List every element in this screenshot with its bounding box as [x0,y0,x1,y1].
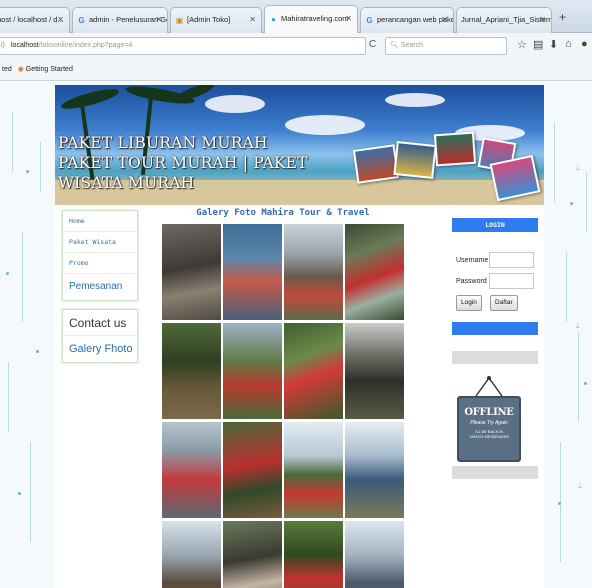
gallery-photo[interactable] [345,422,404,518]
offline-board: OFFLINE Please Try Again I'LL BE BACK IN… [457,396,521,462]
gallery-photo[interactable] [223,521,282,588]
offline-title: OFFLINE [464,407,514,418]
gallery-photo[interactable] [162,422,221,518]
url-bar[interactable]: i) localhost/tokoonline/index.php?page=4 [0,37,366,55]
google-icon: G [366,15,373,25]
tab-label: [Admin Toko] [187,15,231,24]
reading-list-icon[interactable]: ▤ [533,38,543,51]
menu-item-pemesanan[interactable]: Pemesanan [63,274,137,300]
gallery-photo[interactable] [345,224,404,320]
close-icon[interactable]: ✕ [155,8,162,32]
gallery-title: Galery Foto Mahira Tour & Travel [196,208,370,218]
offline-status-sign: OFFLINE Please Try Again I'LL BE BACK IN… [452,366,534,464]
new-tab-button[interactable]: + [559,10,566,24]
close-icon[interactable]: ✕ [441,8,448,32]
hanging-wire-icon [475,376,503,397]
gallery-photo[interactable] [162,224,221,320]
banner-line-2: PAKET TOUR MURAH | PAKET [58,154,308,172]
banner-line-3: WISATA MURAH [58,174,195,192]
url-path: /tokoonline/index.php?page=4 [38,42,133,49]
gallery-photo[interactable] [223,323,282,419]
menu-item-paket-wisata[interactable]: Paket Wisata [63,232,137,253]
right-sidebar: LOGIN Username Password Login Daftar OFF… [452,218,538,479]
gallery-photo[interactable] [284,224,343,320]
tab-google-search[interactable]: Gadmin - Penelusuran Go... ✕ [72,7,168,33]
photo-gallery [162,224,406,588]
daftar-button[interactable]: Daftar [490,295,518,311]
password-label: Password [456,278,487,285]
gallery-photo[interactable] [284,521,343,588]
gallery-photo[interactable] [345,521,404,588]
download-icon[interactable]: ⬇ [549,38,558,51]
info-icon[interactable]: i) [1,38,5,54]
google-icon: G [78,15,85,25]
gallery-photo[interactable] [223,224,282,320]
banner-line-1: PAKET LIBURAN MURAH [58,134,268,152]
menu-item-promo[interactable]: Promo [63,253,137,274]
login-buttons-row: Login Daftar [452,292,538,316]
tab-label: Mahiratraveling.com [281,14,349,23]
close-icon[interactable]: ✕ [249,8,256,32]
search-placeholder: Search [400,42,424,49]
tab-phpmyadmin[interactable]: host / localhost / d... ✕ [0,7,70,33]
gallery-photo[interactable] [284,323,343,419]
gallery-photo[interactable] [162,521,221,588]
login-footer-bar [452,322,538,335]
username-label: Username [456,257,489,264]
gallery-photo[interactable] [162,323,221,419]
username-field[interactable] [489,252,534,268]
url-host: localhost [11,42,39,49]
status-header-bar [452,351,538,364]
close-icon[interactable]: ✕ [57,8,64,32]
tab-admin-toko[interactable]: ▣ [Admin Toko] ✕ [170,7,262,33]
offline-note-2: YAHOO! MESSENGER [469,435,509,439]
secondary-menu: Contact us Galery Fhoto [62,309,138,363]
gallery-photo[interactable] [345,323,404,419]
search-input[interactable]: 🔍︎ Search [385,37,507,55]
menu-item-galery-fhoto[interactable]: Galery Fhoto [63,336,137,362]
status-footer-bar [452,466,538,479]
home-icon[interactable]: ⌂ [565,38,572,50]
menu-item-contact-us[interactable]: Contact us [63,310,137,336]
bookmark-getting-started[interactable]: Getting Started [26,66,73,73]
reload-icon[interactable]: C [369,39,376,50]
main-menu: Home Paket Wisata Promo Pemesanan [62,210,138,301]
menu-icon[interactable]: ● [581,38,588,50]
password-field[interactable] [489,273,534,289]
bookmarks-toolbar: ted ◉ Getting Started [0,59,592,81]
banner-headline: PAKET LIBURAN MURAH PAKET TOUR MURAH | P… [58,133,308,193]
tab-label: host / localhost / d... [0,15,64,24]
browser-tab-bar: host / localhost / d... ✕ Gadmin - Penel… [0,0,592,34]
password-row: Password [452,271,538,292]
page-icon: ▣ [175,15,184,25]
tab-mahiratraveling[interactable]: ● Mahiratraveling.com ✕ [264,5,358,34]
left-sidebar: Home Paket Wisata Promo Pemesanan Contac… [62,210,140,363]
globe-icon: ● [271,14,276,24]
gallery-photo[interactable] [223,422,282,518]
firefox-icon: ◉ [17,66,24,73]
site-banner: PAKET LIBURAN MURAH PAKET TOUR MURAH | P… [55,85,544,205]
close-icon[interactable]: ✕ [539,8,546,32]
search-icon: 🔍︎ [390,42,399,49]
tab-perancangan[interactable]: Gperancangan web paket... ✕ [360,7,454,33]
gallery-photo[interactable] [284,422,343,518]
bookmark-star-icon[interactable]: ☆ [517,38,527,51]
tab-jurnal[interactable]: Jurnal_Apriani_Tjia_Sistem-I... ✕ [456,7,552,33]
navigation-bar: i) localhost/tokoonline/index.php?page=4… [0,33,592,59]
login-button[interactable]: Login [456,295,482,311]
close-icon[interactable]: ✕ [345,6,352,32]
login-heading: LOGIN [452,218,538,232]
menu-item-home[interactable]: Home [63,211,137,232]
bookmark-fragment[interactable]: ted [0,66,12,73]
username-row: Username [452,250,538,271]
offline-subtitle: Please Try Again [470,420,508,426]
